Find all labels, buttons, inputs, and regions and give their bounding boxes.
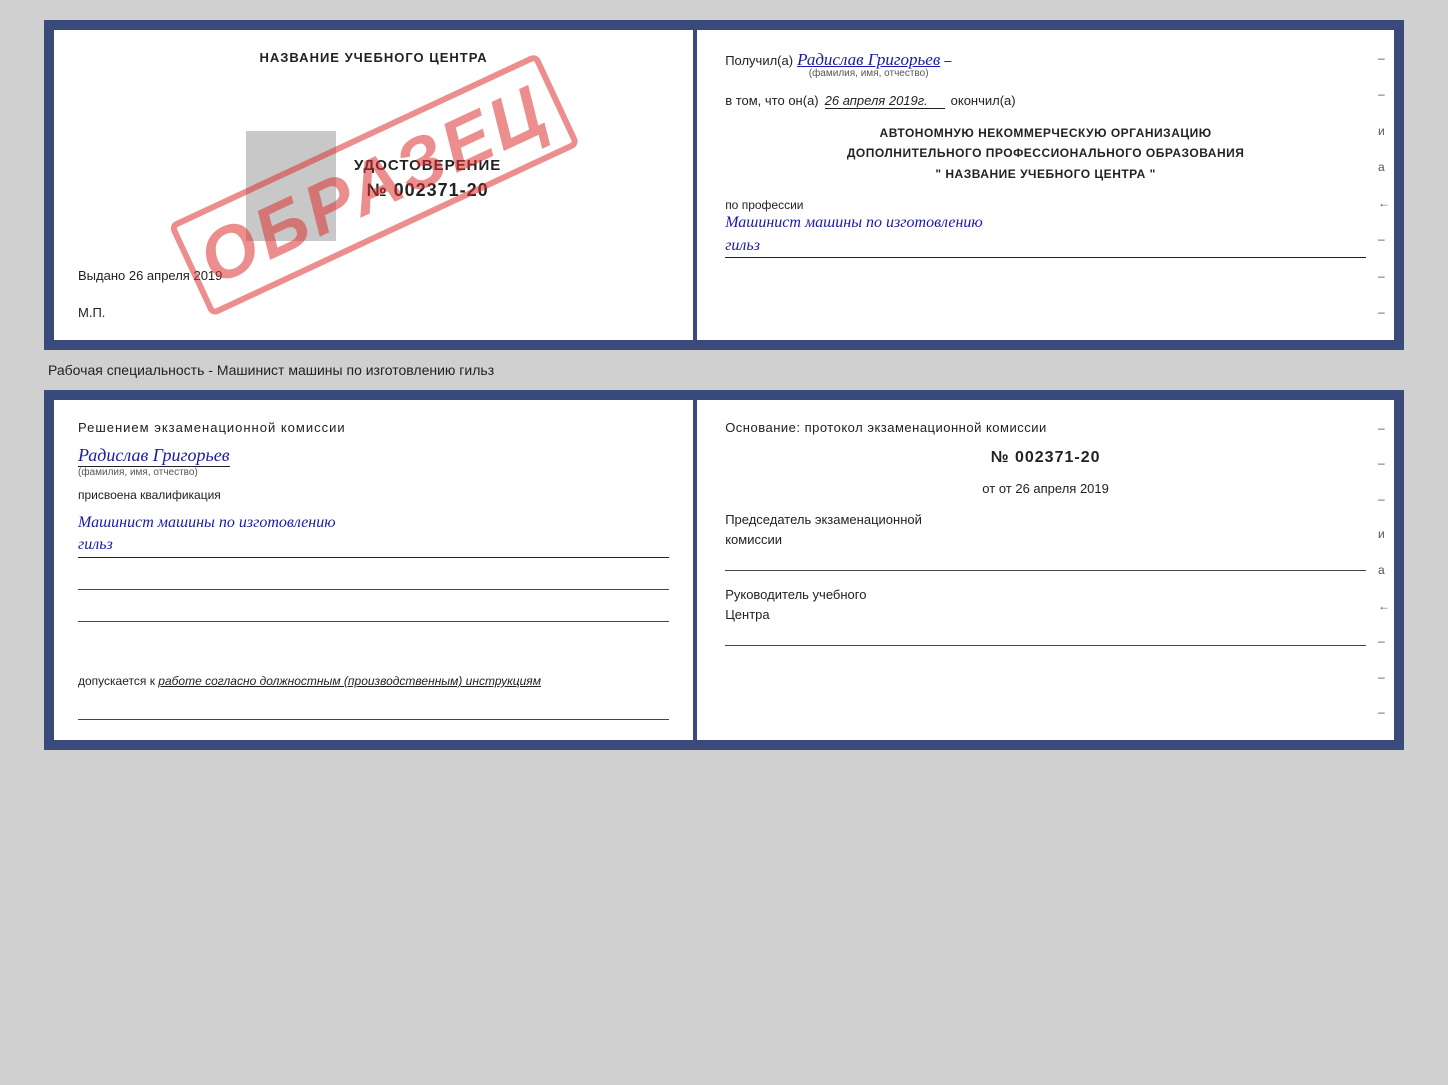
udostoverenie-block: УДОСТОВЕРЕНИЕ № 002371-20 xyxy=(78,117,669,241)
underline-row-3 xyxy=(78,704,669,720)
top-document: НАЗВАНИЕ УЧЕБНОГО ЦЕНТРА ОБРАЗЕЦ УДОСТОВ… xyxy=(44,20,1404,350)
poluchil-label: Получил(а) xyxy=(725,53,793,68)
org-block: АВТОНОМНУЮ НЕКОММЕРЧЕСКУЮ ОРГАНИЗАЦИЮ ДО… xyxy=(725,123,1366,184)
side-dashes-top: – – и а ← – – – xyxy=(1374,30,1394,340)
dopuskaetsya-label: допускается к xyxy=(78,674,155,688)
udostoverenie-number: № 002371-20 xyxy=(367,180,489,201)
side-dashes-bottom: – – – и а ← – – – xyxy=(1374,400,1394,740)
separator-text: Рабочая специальность - Машинист машины … xyxy=(48,362,494,378)
ot-date-bottom: от от 26 апреля 2019 xyxy=(725,481,1366,496)
osnovanie-label: Основание: протокол экзаменационной коми… xyxy=(725,420,1366,435)
dopuskaetsya-italic: работе согласно должностным (производств… xyxy=(158,674,541,688)
org-line-1: АВТОНОМНУЮ НЕКОММЕРЧЕСКУЮ ОРГАНИЗАЦИЮ xyxy=(725,123,1366,143)
resheniy-label: Решением экзаменационной комиссии xyxy=(78,420,669,435)
predsedatel-sign-line xyxy=(725,555,1366,571)
vydano-line: Выдано 26 апреля 2019 xyxy=(78,268,669,283)
prisvoena-label: присвоена квалификация xyxy=(78,488,669,502)
document-container: НАЗВАНИЕ УЧЕБНОГО ЦЕНТРА ОБРАЗЕЦ УДОСТОВ… xyxy=(44,20,1404,750)
org-line-3: " НАЗВАНИЕ УЧЕБНОГО ЦЕНТРА " xyxy=(725,164,1366,184)
poluchil-dash: – xyxy=(944,53,951,68)
underline-row-1 xyxy=(78,574,669,590)
top-doc-right: Получил(а) Радислав Григорьев (фамилия, … xyxy=(697,30,1394,340)
school-name-top: НАЗВАНИЕ УЧЕБНОГО ЦЕНТРА xyxy=(78,50,669,65)
po-professii-block: по профессии Машинист машины по изготовл… xyxy=(725,198,1366,258)
predsedatel-label: Председатель экзаменационной комиссии xyxy=(725,510,1366,571)
top-doc-left: НАЗВАНИЕ УЧЕБНОГО ЦЕНТРА ОБРАЗЕЦ УДОСТОВ… xyxy=(54,30,697,340)
vtom-date: 26 апреля 2019г. xyxy=(825,93,945,109)
rukovoditel-label: Руководитель учебного Центра xyxy=(725,585,1366,646)
mp-line: М.П. xyxy=(78,305,669,320)
org-line-2: ДОПОЛНИТЕЛЬНОГО ПРОФЕССИОНАЛЬНОГО ОБРАЗО… xyxy=(725,143,1366,163)
bottom-doc-left: Решением экзаменационной комиссии Радисл… xyxy=(54,400,697,740)
dopuskaetsya-block: допускается к работе согласно должностны… xyxy=(78,674,669,688)
recipient-name-top: Радислав Григорьев xyxy=(797,50,940,70)
recipient-name-bottom: Радислав Григорьев xyxy=(78,445,230,467)
kval-name: Машинист машины по изготовлению гильз xyxy=(78,512,669,558)
bottom-recipient-block: Радислав Григорьев (фамилия, имя, отчест… xyxy=(78,445,669,478)
vtom-label: в том, что он(а) xyxy=(725,93,818,108)
protocol-number-bottom: № 002371-20 xyxy=(725,449,1366,467)
udostoverenie-label: УДОСТОВЕРЕНИЕ xyxy=(354,157,501,174)
vtom-line: в том, что он(а) 26 апреля 2019г. окончи… xyxy=(725,93,1366,109)
po-professii-label: по профессии xyxy=(725,198,1366,212)
rukovoditel-sign-line xyxy=(725,630,1366,646)
bottom-document: Решением экзаменационной комиссии Радисл… xyxy=(44,390,1404,750)
professiya-name-top: Машинист машины по изготовлению гильз xyxy=(725,212,1366,258)
underline-row-2 xyxy=(78,606,669,622)
poluchil-line: Получил(а) Радислав Григорьев (фамилия, … xyxy=(725,50,1366,79)
bottom-doc-right: Основание: протокол экзаменационной коми… xyxy=(697,400,1394,740)
okonchil-label: окончил(а) xyxy=(951,93,1016,108)
photo-placeholder xyxy=(246,131,336,241)
familio-note-top: (фамилия, имя, отчество) xyxy=(809,68,929,79)
familio-note-bottom: (фамилия, имя, отчество) xyxy=(78,467,198,478)
